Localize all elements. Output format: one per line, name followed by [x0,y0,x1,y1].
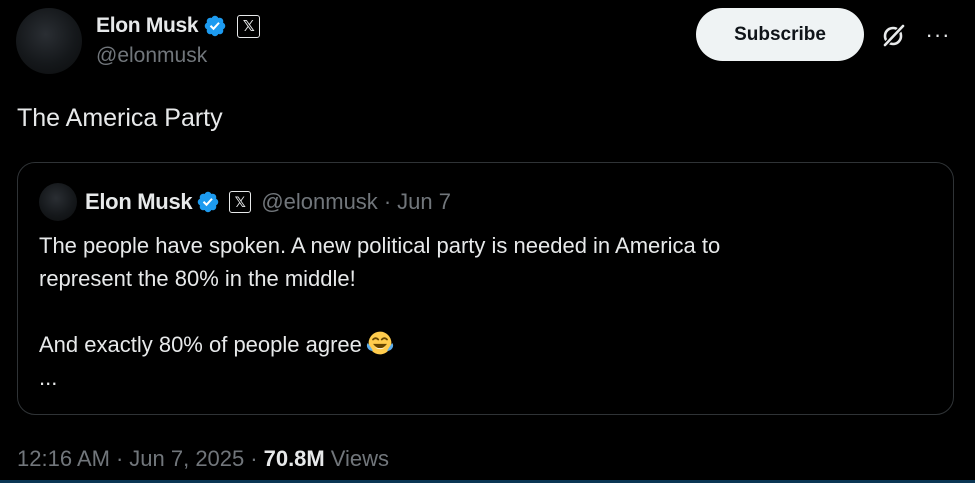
quoted-author-handle[interactable]: @elonmusk [261,189,378,215]
quoted-author-name[interactable]: Elon Musk [85,189,193,215]
meta-separator: · [250,446,258,471]
author-name[interactable]: Elon Musk [96,14,199,38]
tweet-time[interactable]: 12:16 AM [17,446,110,472]
tweet-header: Elon Musk 𝕏 @elonmusk Subscribe ··· [16,8,959,78]
tweet-metadata: 12:16 AM · Jun 7, 2025 · 70.8M Views [17,446,389,472]
quoted-text-ellipsis: ... [39,365,58,390]
quoted-tweet-text: The people have spoken. A new political … [39,229,939,394]
x-affiliate-badge-icon[interactable]: 𝕏 [237,14,261,38]
tweet-text: The America Party [17,104,223,132]
quoted-text-line: And exactly 80% of people agree [39,332,362,357]
quoted-tweet-date[interactable]: Jun 7 [397,189,451,215]
author-handle[interactable]: @elonmusk [96,44,207,68]
verified-badge-icon[interactable] [203,14,227,38]
views-label: Views [330,446,390,471]
tweet-date[interactable]: Jun 7, 2025 [129,446,244,472]
grok-icon[interactable] [880,22,908,50]
quoted-text-line: represent the 80% in the middle! [39,266,356,291]
author-name-row: Elon Musk 𝕏 [96,12,261,40]
quoted-separator: · [383,189,392,214]
quoted-x-affiliate-badge-icon[interactable]: 𝕏 [229,191,252,213]
views-count[interactable]: 70.8M [264,446,325,472]
quoted-text-line: The people have spoken. A new political … [39,233,721,258]
quoted-author-avatar[interactable] [39,183,77,221]
quoted-tweet-header: Elon Musk 𝕏 @elonmusk · Jun 7 [85,187,451,217]
quoted-text-line-with-emoji: And exactly 80% of people agree [39,328,939,361]
author-avatar[interactable] [16,8,82,74]
quoted-tweet[interactable]: Elon Musk 𝕏 @elonmusk · Jun 7 The people… [17,162,954,415]
meta-separator: · [115,446,124,471]
more-options-icon[interactable]: ··· [923,20,953,50]
quoted-verified-badge-icon[interactable] [196,190,220,214]
subscribe-button[interactable]: Subscribe [696,8,864,61]
quoted-text-line-blank [39,295,939,328]
tears-of-joy-emoji-icon [366,331,394,355]
